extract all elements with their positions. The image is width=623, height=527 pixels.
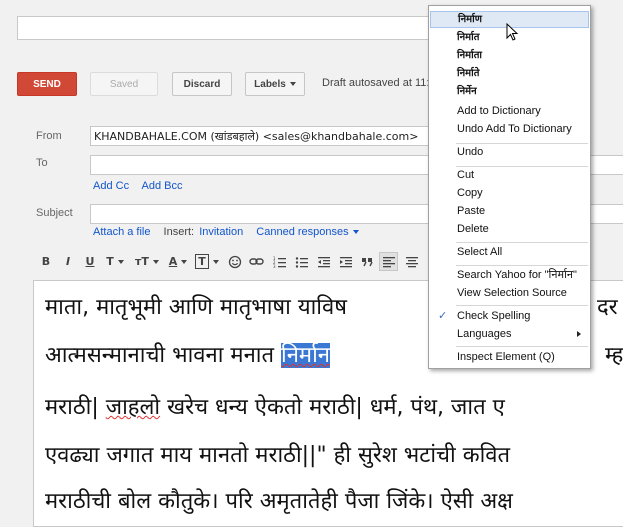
chevron-right-icon bbox=[577, 331, 581, 337]
suggestion-item-4[interactable]: निर्माते bbox=[430, 65, 589, 82]
body-line-1: माता, मातृभूमी आणि मातृभाषा याविष दर bbox=[45, 291, 618, 321]
labels-button[interactable]: Labels bbox=[245, 72, 305, 96]
chevron-down-icon bbox=[289, 82, 296, 87]
link-icon[interactable] bbox=[249, 256, 265, 268]
quote-icon[interactable] bbox=[361, 255, 375, 269]
menu-search-yahoo[interactable]: Search Yahoo for "निर्मान" bbox=[430, 267, 589, 284]
subject-label: Subject bbox=[36, 207, 73, 219]
indent-more-icon[interactable] bbox=[339, 255, 353, 269]
canned-responses-label: Canned responses bbox=[256, 226, 349, 238]
body-line-3: मराठी| जाहलो खरेच धन्य ऐकतो मराठी| धर्म,… bbox=[45, 391, 505, 421]
draft-status: Draft autosaved at 11:0 bbox=[322, 77, 436, 89]
highlight-label: T bbox=[195, 254, 209, 269]
menu-paste[interactable]: Paste bbox=[430, 203, 589, 220]
menu-undo[interactable]: Undo bbox=[430, 144, 589, 161]
menu-delete[interactable]: Delete bbox=[430, 221, 589, 238]
send-button[interactable]: SEND bbox=[17, 72, 77, 96]
highlight-button[interactable]: T bbox=[195, 253, 219, 271]
body-line-2-tail: म्ह bbox=[605, 343, 623, 368]
menu-separator bbox=[456, 242, 588, 243]
body-line-3-post: खरेच धन्य ऐकतो मराठी| धर्म, पंथ, जात ए bbox=[160, 395, 505, 420]
align-left-icon bbox=[383, 257, 395, 268]
from-select[interactable]: KHANDBAHALE.COM (खांडबहाले) <sales@khand… bbox=[90, 126, 470, 146]
chevron-down-icon bbox=[152, 260, 159, 264]
discard-button[interactable]: Discard bbox=[172, 72, 232, 96]
menu-inspect-element[interactable]: Inspect Element (Q) bbox=[430, 349, 589, 366]
chevron-down-icon bbox=[212, 260, 219, 264]
attach-file-link[interactable]: Attach a file bbox=[93, 226, 150, 238]
attach-insert-row: Attach a file Insert: Invitation Canned … bbox=[93, 226, 369, 238]
checkmark-icon: ✓ bbox=[438, 310, 448, 322]
chevron-down-icon bbox=[117, 260, 124, 264]
font-family-button[interactable]: T bbox=[105, 253, 125, 271]
text-color-label: A bbox=[168, 255, 178, 268]
font-label: T bbox=[106, 255, 114, 268]
from-label: From bbox=[36, 130, 62, 142]
misspelled-word[interactable]: जाहलो bbox=[106, 395, 160, 420]
menu-cut[interactable]: Cut bbox=[430, 167, 589, 184]
body-line-4: एवढ्या जगात माय मानतो मराठी||" ही सुरेश … bbox=[45, 443, 511, 468]
align-left-button[interactable] bbox=[379, 252, 398, 271]
menu-add-to-dictionary[interactable]: Add to Dictionary bbox=[430, 103, 589, 120]
underline-button[interactable]: U bbox=[83, 253, 97, 271]
body-line-5: मराठीची बोल कौतुके। परि अमृतातेही पैजा ज… bbox=[45, 489, 513, 514]
mouse-cursor-icon bbox=[506, 23, 519, 41]
chevron-down-icon bbox=[181, 260, 188, 264]
add-bcc-link[interactable]: Add Bcc bbox=[142, 180, 183, 192]
menu-copy[interactable]: Copy bbox=[430, 185, 589, 202]
align-center-icon[interactable] bbox=[405, 255, 419, 269]
chevron-down-icon bbox=[352, 230, 359, 235]
text-color-button[interactable]: A bbox=[167, 253, 189, 271]
canned-responses-link[interactable]: Canned responses bbox=[256, 226, 359, 238]
body-line-2-text: आत्मसन्मानाची भावना मनात bbox=[45, 343, 282, 368]
add-cc-link[interactable]: Add Cc bbox=[93, 180, 129, 192]
suggestion-item-3[interactable]: निर्माता bbox=[430, 47, 589, 64]
to-label: To bbox=[36, 157, 48, 169]
saved-button: Saved bbox=[90, 72, 158, 96]
size-label: тT bbox=[135, 255, 149, 268]
italic-button[interactable]: I bbox=[61, 253, 75, 271]
selected-misspelled-word[interactable]: निर्मान bbox=[281, 343, 330, 368]
labels-button-label: Labels bbox=[254, 79, 286, 90]
numbered-list-icon[interactable]: 123 bbox=[273, 255, 287, 269]
spellcheck-context-menu: निर्माण निर्मात निर्माता निर्माते निर्मे… bbox=[428, 5, 591, 369]
menu-separator bbox=[456, 346, 588, 347]
menu-check-spelling-label: Check Spelling bbox=[457, 310, 531, 322]
body-line-1-text: माता, मातृभूमी आणि मातृभाषा याविष bbox=[45, 295, 347, 320]
svg-text:3: 3 bbox=[273, 264, 276, 269]
indent-less-icon[interactable] bbox=[317, 255, 331, 269]
menu-separator bbox=[456, 305, 588, 306]
body-line-3-pre: मराठी| bbox=[45, 395, 106, 420]
menu-check-spelling[interactable]: ✓ Check Spelling bbox=[430, 308, 589, 325]
bulleted-list-icon[interactable] bbox=[295, 255, 309, 269]
invitation-link[interactable]: Invitation bbox=[199, 226, 243, 238]
insert-label: Insert: bbox=[163, 226, 195, 238]
font-size-button[interactable]: тT bbox=[135, 253, 159, 271]
emoji-icon[interactable] bbox=[228, 255, 242, 269]
cc-bcc-links: Add Cc Add Bcc bbox=[93, 180, 193, 192]
menu-languages-label: Languages bbox=[457, 328, 512, 340]
menu-view-selection-source[interactable]: View Selection Source bbox=[430, 285, 589, 302]
body-line-1-tail: दर bbox=[597, 295, 618, 320]
suggestion-item-5[interactable]: निर्मेन bbox=[430, 83, 589, 100]
bold-button[interactable]: B bbox=[39, 253, 53, 271]
menu-select-all[interactable]: Select All bbox=[430, 244, 589, 261]
menu-undo-add-to-dictionary[interactable]: Undo Add To Dictionary bbox=[430, 121, 589, 138]
menu-languages[interactable]: Languages bbox=[430, 326, 589, 343]
body-line-2: आत्मसन्मानाची भावना मनात निर्मान म्ह bbox=[45, 339, 623, 369]
menu-separator bbox=[456, 265, 588, 266]
